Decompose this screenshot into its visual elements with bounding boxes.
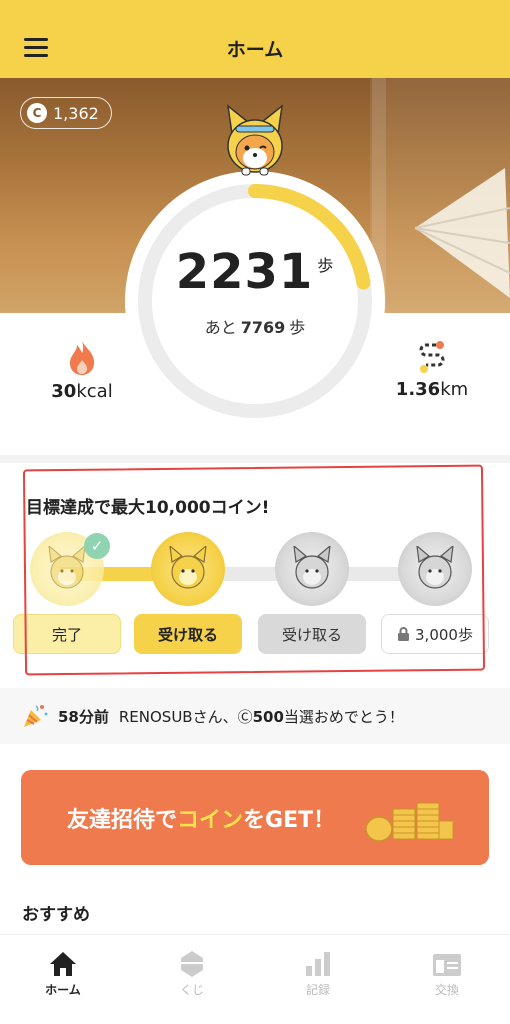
- coin-balance-badge[interactable]: C 1,362: [20, 97, 112, 129]
- tab-lottery[interactable]: くじ: [147, 947, 237, 998]
- remaining-steps: あと 7769 歩: [204, 318, 306, 337]
- coin-stack-icon: [365, 802, 454, 842]
- chart-icon: [306, 952, 330, 976]
- fox-mascot-icon: [226, 104, 284, 176]
- flame-icon: [70, 341, 95, 375]
- section-divider: [0, 455, 510, 463]
- home-icon: [50, 952, 76, 976]
- tab-records[interactable]: 記録: [273, 947, 363, 998]
- tab-exchange[interactable]: 交換: [402, 947, 492, 998]
- app-header: ホーム: [0, 0, 510, 78]
- menu-icon[interactable]: [24, 38, 48, 58]
- news-message: RENOSUBさん、Ⓒ500当選おめでとう！: [118, 707, 404, 726]
- step-progress-ring: 2231 歩 あと 7769 歩: [122, 168, 388, 434]
- calories-stat: 30kcal: [42, 340, 122, 402]
- news-time: 58分前: [58, 707, 109, 726]
- page-title: ホーム: [226, 38, 284, 61]
- lottery-icon: [181, 951, 203, 977]
- distance-stat: 1.36km: [392, 340, 472, 400]
- route-icon: [419, 341, 445, 373]
- recommend-heading: おすすめ: [22, 905, 90, 925]
- party-popper-icon: [24, 705, 48, 727]
- bottom-tab-bar: ホーム くじ 記録 交換: [0, 934, 510, 1024]
- shuttlecock-image: [414, 168, 510, 298]
- coin-balance-value: 1,362: [53, 103, 99, 123]
- step-count: 2231 歩: [175, 244, 335, 300]
- coin-icon: C: [27, 103, 47, 123]
- exchange-icon: [433, 954, 461, 976]
- red-annotation-box: [22, 464, 486, 676]
- tab-home[interactable]: ホーム: [18, 947, 108, 998]
- winner-news-bar[interactable]: 58分前 RENOSUBさん、Ⓒ500当選おめでとう！: [0, 688, 510, 744]
